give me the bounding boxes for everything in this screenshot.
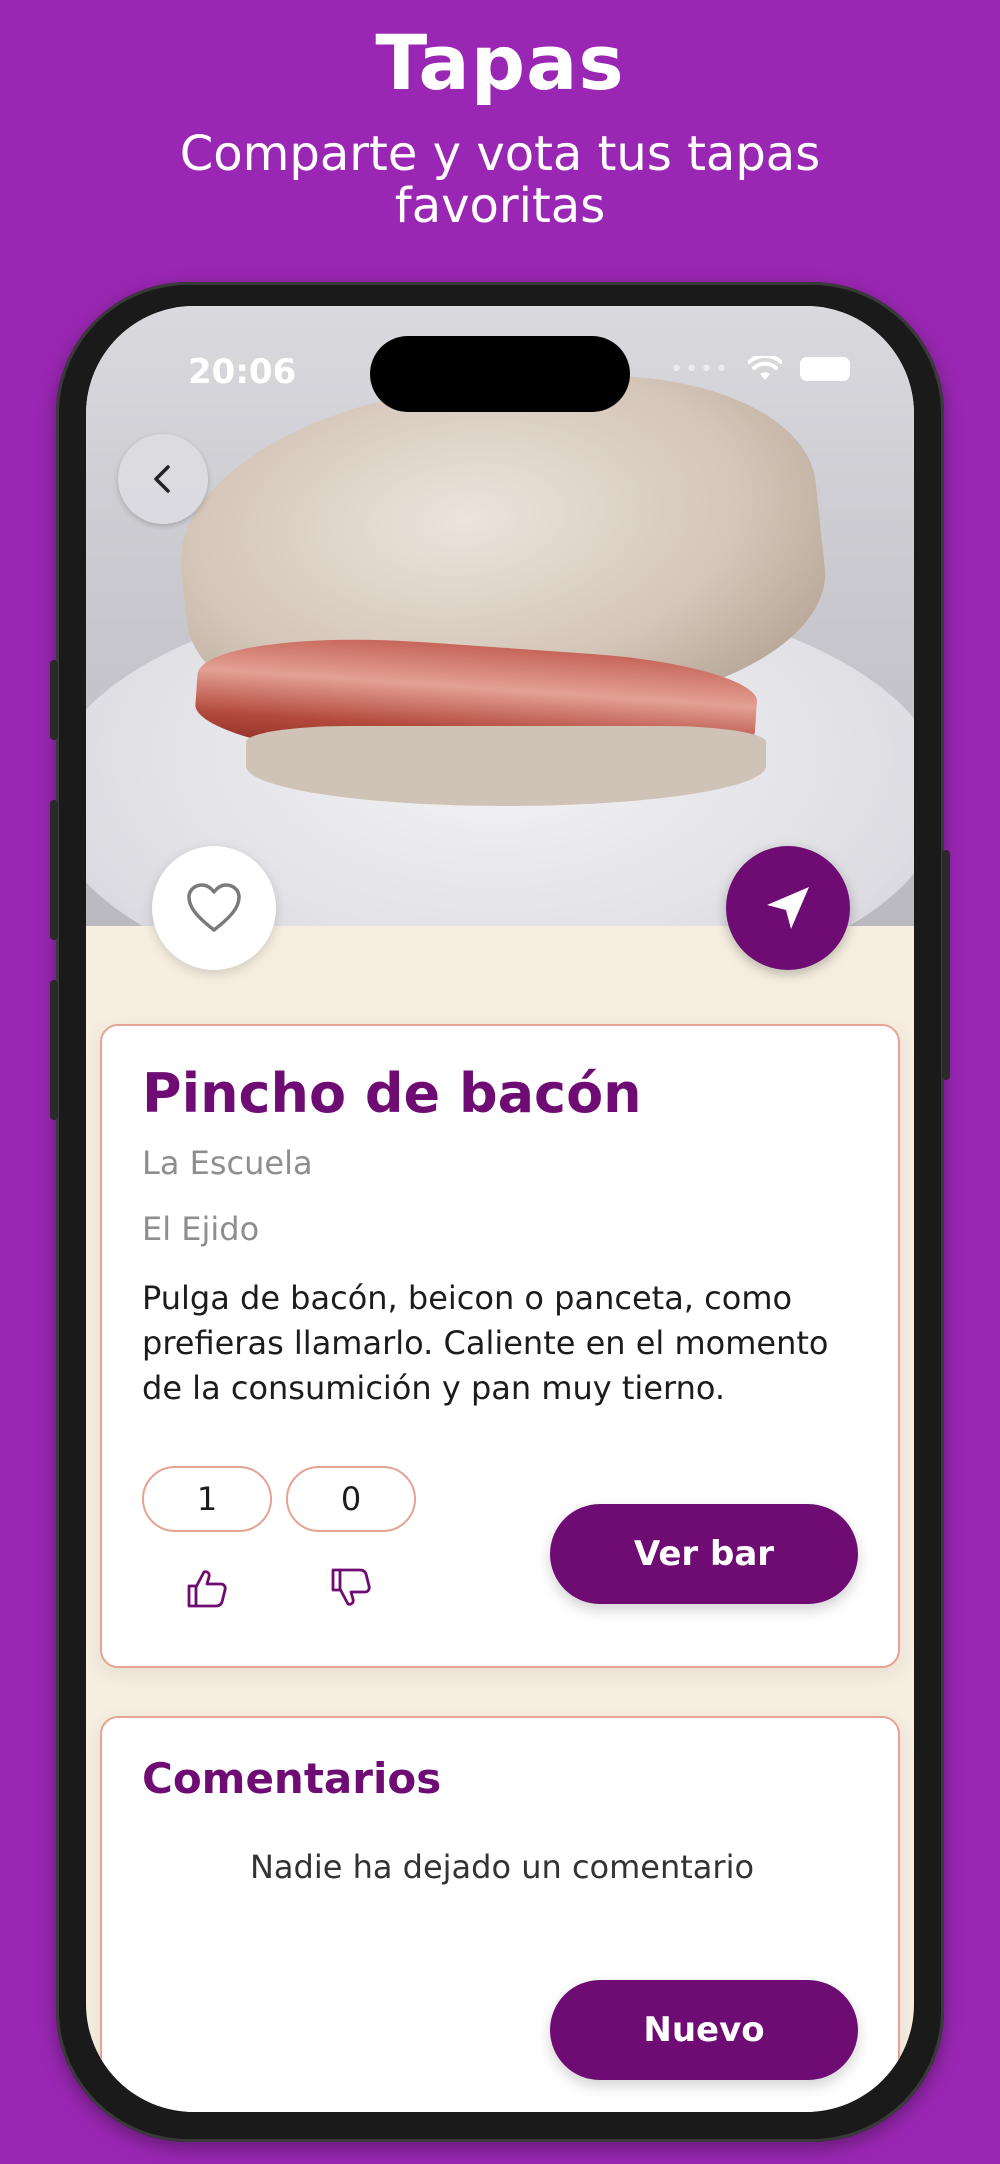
tapa-detail-card: Pincho de bacón La Escuela El Ejido Pulg… [100,1024,900,1668]
favorite-button[interactable] [152,846,276,970]
back-button[interactable] [118,434,208,524]
thumbs-down-icon[interactable] [329,1566,373,1610]
promo-title: Tapas [375,18,625,107]
chevron-left-icon [154,465,170,493]
battery-icon [800,357,850,381]
status-time: 20:06 [188,352,297,392]
tapa-name: Pincho de bacón [142,1062,642,1125]
bar-name: La Escuela [142,1144,313,1182]
thumbs-up-icon[interactable] [185,1566,229,1610]
tapa-description: Pulga de bacón, beicon o panceta, como p… [142,1279,829,1407]
new-comment-button[interactable]: Nuevo [550,1980,858,2080]
phone-side-button [50,980,58,1120]
comments-title: Comentarios [142,1754,442,1803]
likes-count: 1 [142,1466,272,1532]
comments-card: Comentarios Nadie ha dejado un comentari… [100,1716,900,2112]
town-name: El Ejido [142,1210,260,1248]
status-icons: •••• [670,356,850,382]
location-arrow-icon [767,887,809,929]
navigate-button[interactable] [726,846,850,970]
heart-outline-icon [187,883,241,932]
phone-side-button [942,850,950,1080]
comments-empty-message: Nadie ha dejado un comentario [249,1848,755,1886]
phone-side-button [50,660,58,740]
promo-subtitle: Comparte y vota tus tapas favoritas [179,126,821,234]
app-screen: 20:06 •••• Pincho de bacón La Escuela El… [86,306,914,2112]
dynamic-island [370,336,630,412]
bread-bottom-shape [246,726,766,806]
phone-side-button [50,800,58,940]
ver-bar-button[interactable]: Ver bar [550,1504,858,1604]
dislikes-count: 0 [286,1466,416,1532]
wifi-icon [748,356,782,380]
cellular-signal-icon: •••• [670,356,730,382]
